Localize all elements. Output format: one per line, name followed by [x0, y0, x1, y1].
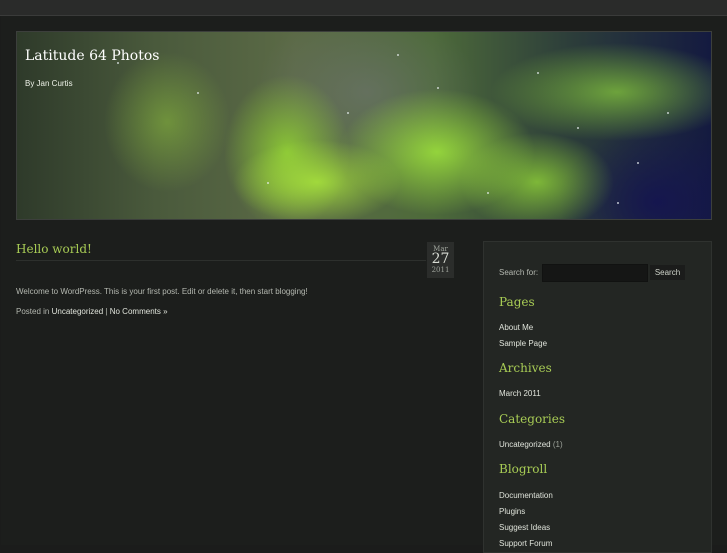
page-link-sample-page[interactable]: Sample Page — [499, 339, 547, 348]
sidebar: Search for: Search Pages About Me Sample… — [483, 241, 712, 553]
post-date-badge: Mar 27 2011 — [427, 242, 454, 278]
star — [197, 92, 199, 94]
search-button[interactable]: Search — [650, 265, 685, 280]
star — [537, 72, 539, 74]
post-title-divider — [16, 260, 426, 261]
categories-widget-title: Categories — [499, 412, 565, 426]
site-description: By Jan Curtis — [25, 79, 73, 88]
header-banner: Latitude 64 Photos By Jan Curtis — [16, 31, 712, 220]
pages-widget-title: Pages — [499, 295, 535, 309]
meta-separator: | — [105, 307, 108, 316]
category-item: Uncategorized (1) — [499, 440, 563, 449]
star — [397, 54, 399, 56]
star — [617, 202, 619, 204]
posted-in-label: Posted in — [16, 307, 50, 316]
category-count: (1) — [552, 440, 563, 449]
post-category-link[interactable]: Uncategorized — [52, 307, 104, 316]
post-title[interactable]: Hello world! — [16, 242, 92, 256]
star — [487, 192, 489, 194]
star — [577, 127, 579, 129]
category-link-uncategorized[interactable]: Uncategorized — [499, 440, 551, 449]
blogroll-link-documentation[interactable]: Documentation — [499, 491, 553, 500]
top-bar — [0, 0, 727, 16]
search-label: Search for: — [499, 268, 539, 277]
blogroll-widget-title: Blogroll — [499, 462, 548, 476]
blogroll-link-plugins[interactable]: Plugins — [499, 507, 525, 516]
star — [637, 162, 639, 164]
page-link-about-me[interactable]: About Me — [499, 323, 533, 332]
star — [437, 87, 439, 89]
post-date-year: 2011 — [431, 266, 450, 274]
post-meta: Posted in Uncategorized | No Comments » — [16, 307, 168, 316]
star — [667, 112, 669, 114]
post-date-day: 27 — [431, 251, 450, 267]
post-comments-link[interactable]: No Comments » — [110, 307, 168, 316]
star — [267, 182, 269, 184]
post-content: Welcome to WordPress. This is your first… — [16, 287, 308, 296]
site-title[interactable]: Latitude 64 Photos — [25, 48, 159, 64]
archives-widget-title: Archives — [499, 361, 552, 375]
blogroll-link-support-forum[interactable]: Support Forum — [499, 539, 552, 548]
star — [347, 112, 349, 114]
archive-link-march-2011[interactable]: March 2011 — [499, 389, 541, 398]
blogroll-link-suggest-ideas[interactable]: Suggest Ideas — [499, 523, 550, 532]
search-input[interactable] — [542, 264, 648, 282]
